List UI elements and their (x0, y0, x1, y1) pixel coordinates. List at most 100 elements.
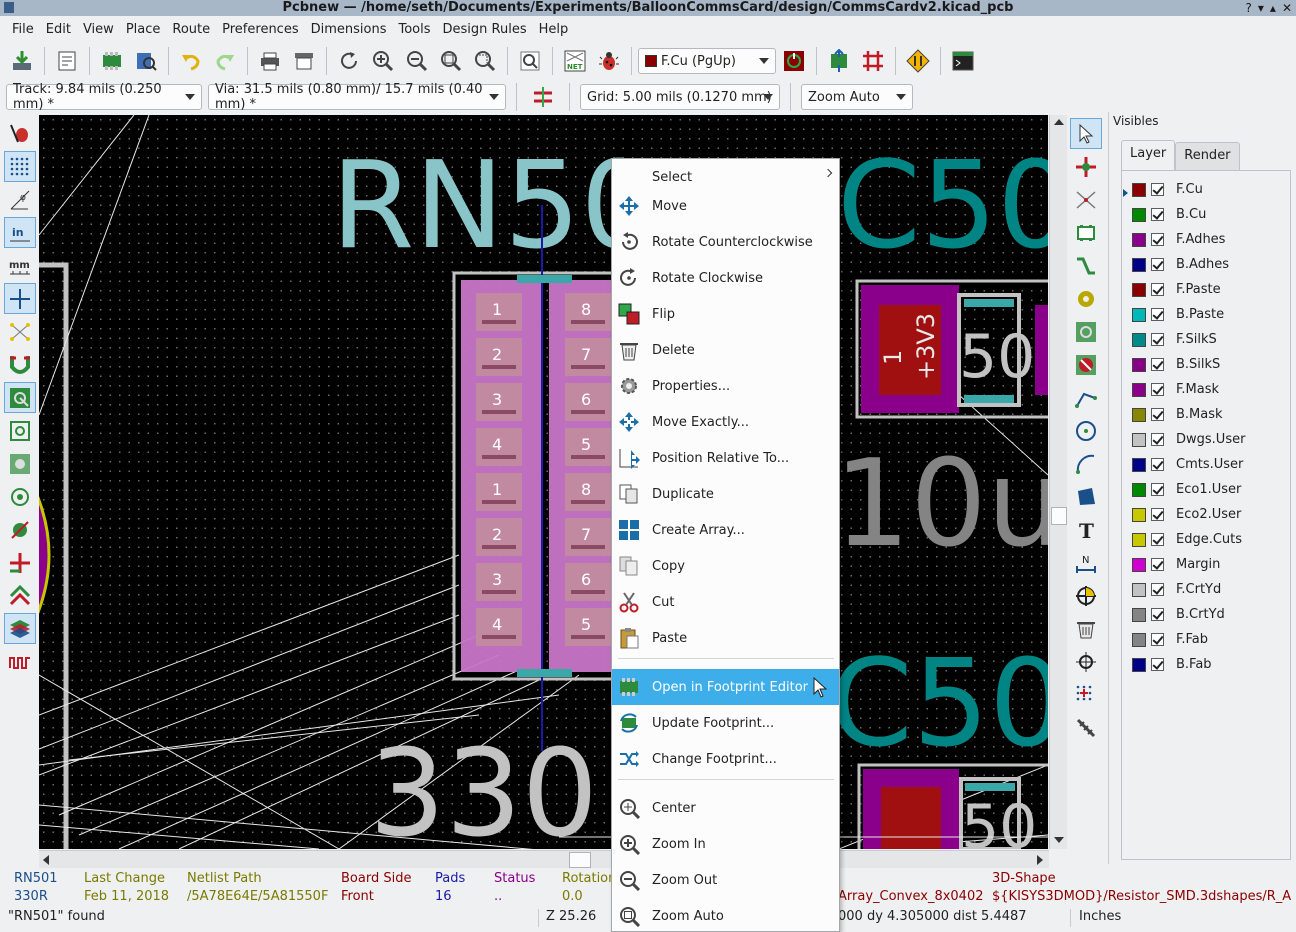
route-track-icon[interactable] (1070, 250, 1102, 281)
auto-track-width-icon[interactable] (527, 81, 559, 113)
layer-row-f-adhes[interactable]: F.Adhes (1126, 227, 1245, 252)
layer-row-margin[interactable]: Margin (1126, 552, 1245, 577)
redraw-icon[interactable] (333, 45, 365, 77)
page-settings-icon[interactable] (51, 45, 83, 77)
high-contrast-icon[interactable] (4, 580, 36, 611)
zoom-selection-icon[interactable] (469, 45, 501, 77)
layer-pair-icon[interactable] (778, 45, 810, 77)
menu-preferences[interactable]: Preferences (216, 22, 304, 37)
layer-color-swatch[interactable] (1132, 657, 1146, 672)
layer-color-swatch[interactable] (1132, 532, 1146, 547)
layer-color-swatch[interactable] (1132, 307, 1146, 322)
layer-visible-checkbox[interactable] (1151, 558, 1164, 571)
zoom-out-icon[interactable] (401, 45, 433, 77)
layer-visible-checkbox[interactable] (1151, 483, 1164, 496)
layer-row-b-cu[interactable]: B.Cu (1126, 202, 1245, 227)
layer-visible-checkbox[interactable] (1151, 183, 1164, 196)
layer-row-b-crtyd[interactable]: B.CrtYd (1126, 602, 1245, 627)
find-icon[interactable] (514, 45, 546, 77)
layer-row-dwgs-user[interactable]: Dwgs.User (1126, 427, 1245, 452)
layer-row-b-silks[interactable]: B.SilkS (1126, 352, 1245, 377)
drc-bug-icon[interactable] (593, 45, 625, 77)
minimize-button-icon[interactable]: ▾ (1258, 0, 1264, 16)
undo-icon[interactable] (175, 45, 207, 77)
maximize-button-icon[interactable]: ▴ (1270, 0, 1276, 16)
menu-place[interactable]: Place (120, 22, 167, 37)
menu-route[interactable]: Route (166, 22, 216, 37)
print-icon[interactable] (254, 45, 286, 77)
pcb-canvas[interactable]: RN501 C50 C50 330 10u1 1234123487658765 … (39, 115, 1048, 849)
layer-color-swatch[interactable] (1132, 407, 1146, 422)
scroll-up-icon[interactable] (1054, 119, 1064, 125)
layer-visible-checkbox[interactable] (1151, 283, 1164, 296)
track-sketch-icon[interactable] (4, 547, 36, 578)
via-sketch-icon[interactable] (4, 514, 36, 545)
layer-visible-checkbox[interactable] (1151, 508, 1164, 521)
grid-origin-icon[interactable] (1070, 679, 1102, 710)
zone-outline-icon[interactable] (4, 415, 36, 446)
menu-item-change-footprint[interactable]: Change Footprint... (612, 741, 839, 777)
menu-view[interactable]: View (77, 22, 120, 37)
zoom-select[interactable]: Zoom Auto (801, 84, 913, 110)
layer-row-f-paste[interactable]: F.Paste (1126, 277, 1245, 302)
plot-icon[interactable] (288, 45, 320, 77)
layer-color-swatch[interactable] (1132, 632, 1146, 647)
units-inch-icon[interactable]: in (4, 217, 36, 248)
menu-item-move[interactable]: Move (612, 188, 839, 224)
layer-color-swatch[interactable] (1132, 232, 1146, 247)
help-button-icon[interactable]: ? (1246, 0, 1252, 16)
menu-item-center[interactable]: Center (612, 790, 839, 826)
layer-row-cmts-user[interactable]: Cmts.User (1126, 452, 1245, 477)
highlight-net-icon[interactable] (1070, 151, 1102, 182)
add-polygon-icon[interactable] (1070, 481, 1102, 512)
layer-visible-checkbox[interactable] (1151, 533, 1164, 546)
scroll-left-icon[interactable] (43, 855, 49, 865)
menu-item-cut[interactable]: Cut (612, 584, 839, 620)
layer-visible-checkbox[interactable] (1151, 333, 1164, 346)
layer-row-b-adhes[interactable]: B.Adhes (1126, 252, 1245, 277)
add-target-icon[interactable] (1070, 580, 1102, 611)
add-text-icon[interactable]: T (1070, 514, 1102, 545)
layer-visible-checkbox[interactable] (1151, 583, 1164, 596)
module-ratsnest-icon[interactable] (4, 349, 36, 380)
menu-item-position-relative-to[interactable]: Position Relative To... (612, 440, 839, 476)
layer-visible-checkbox[interactable] (1151, 433, 1164, 446)
menu-item-delete[interactable]: Delete (612, 332, 839, 368)
layer-color-swatch[interactable] (1132, 357, 1146, 372)
menu-item-zoom-in[interactable]: Zoom In (612, 826, 839, 862)
show-zones-icon[interactable] (4, 382, 36, 413)
menu-item-rotate-clockwise[interactable]: Rotate Clockwise (612, 260, 839, 296)
keepout-zone-icon[interactable] (1070, 349, 1102, 380)
close-button-icon[interactable]: ✕ (1282, 0, 1292, 16)
zone-fill-icon[interactable] (4, 448, 36, 479)
layer-visible-checkbox[interactable] (1151, 633, 1164, 646)
track-width-select[interactable]: Track: 9.84 mils (0.250 mm) * (6, 82, 202, 112)
layer-visible-checkbox[interactable] (1151, 608, 1164, 621)
layer-row-b-mask[interactable]: B.Mask (1126, 402, 1245, 427)
zoom-in-icon[interactable] (367, 45, 399, 77)
scroll-down-icon[interactable] (1054, 837, 1064, 843)
menu-design-rules[interactable]: Design Rules (437, 22, 533, 37)
menu-edit[interactable]: Edit (40, 22, 77, 37)
layer-row-eco2-user[interactable]: Eco2.User (1126, 502, 1245, 527)
drill-origin-icon[interactable] (1070, 646, 1102, 677)
layer-visible-checkbox[interactable] (1151, 208, 1164, 221)
via-size-select[interactable]: Via: 31.5 mils (0.80 mm)/ 15.7 mils (0.4… (208, 82, 506, 112)
menu-dimensions[interactable]: Dimensions (305, 22, 393, 37)
menu-help[interactable]: Help (533, 22, 575, 37)
layer-row-eco1-user[interactable]: Eco1.User (1126, 477, 1245, 502)
tab-layer[interactable]: Layer (1121, 140, 1176, 170)
layer-visible-checkbox[interactable] (1151, 658, 1164, 671)
menu-item-move-exactly[interactable]: Move Exactly... (612, 404, 839, 440)
grid-select[interactable]: Grid: 5.00 mils (0.1270 mm) (580, 84, 780, 110)
footprint-editor-icon[interactable] (96, 45, 128, 77)
layer-color-swatch[interactable] (1132, 507, 1146, 522)
scroll-right-icon[interactable] (1037, 855, 1043, 865)
layer-color-swatch[interactable] (1132, 557, 1146, 572)
layer-visible-checkbox[interactable] (1151, 458, 1164, 471)
delete-tool-icon[interactable] (1070, 613, 1102, 644)
layer-visible-checkbox[interactable] (1151, 408, 1164, 421)
layer-row-f-fab[interactable]: F.Fab (1126, 627, 1245, 652)
layer-color-swatch[interactable] (1132, 257, 1146, 272)
menu-item-flip[interactable]: Flip (612, 296, 839, 332)
